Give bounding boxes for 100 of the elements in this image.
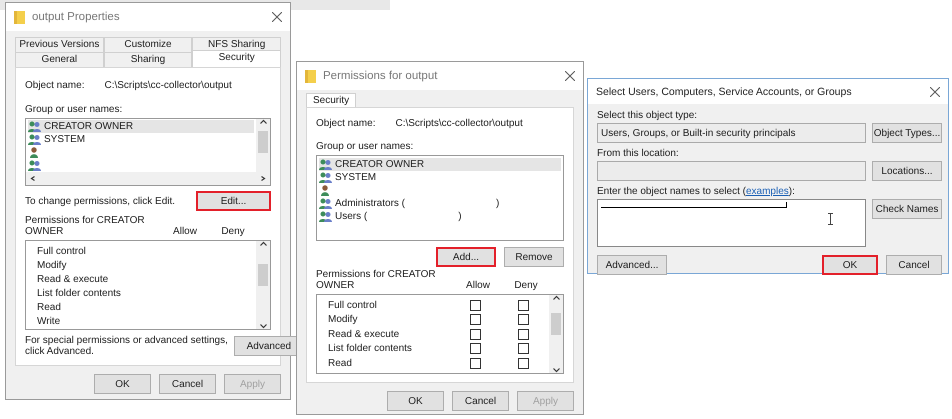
window-title: Select Users, Computers, Service Accounts, or Groups: [596, 86, 853, 98]
principal-item[interactable]: CREATOR OWNER: [319, 158, 561, 171]
locations-button[interactable]: Locations...: [872, 161, 942, 181]
scroll-up-icon[interactable]: [260, 119, 266, 124]
permissions-label: Permissions for CREATOR OWNER: [316, 269, 437, 291]
allow-header: Allow: [465, 280, 491, 291]
user-group-icon: [28, 160, 41, 171]
object-type-label: Select this object type:: [597, 110, 698, 121]
tab[interactable]: Previous Versions: [15, 37, 104, 52]
scrollbar-thumb[interactable]: [551, 313, 561, 335]
deny-header: Deny: [220, 226, 246, 237]
tab[interactable]: General: [15, 52, 104, 67]
principal-name: Administrators (: [335, 198, 406, 209]
scroll-left-icon[interactable]: [30, 176, 37, 181]
advanced-button[interactable]: Advanced...: [597, 255, 667, 275]
allow-checkbox[interactable]: [470, 314, 480, 326]
principal-name: CREATOR OWNER: [335, 159, 424, 170]
allow-checkbox[interactable]: [470, 343, 480, 354]
permission-name: Modify: [328, 314, 358, 326]
principal-name-end: ): [496, 198, 500, 209]
principal-item[interactable]: CREATOR OWNER: [28, 120, 254, 133]
allow-checkbox[interactable]: [470, 358, 480, 369]
user-group-icon: [319, 172, 332, 183]
principal-name: SYSTEM: [335, 172, 376, 183]
principal-name-end: ): [458, 211, 462, 222]
permission-name: Read & execute: [328, 328, 400, 340]
scroll-down-icon[interactable]: [260, 324, 266, 329]
check-names-button[interactable]: Check Names: [872, 199, 942, 219]
permissions-label: Permissions for CREATOR OWNER: [25, 215, 146, 237]
remove-button[interactable]: Remove: [504, 247, 564, 267]
names-label-end: ):: [788, 186, 795, 197]
permission-name: Read: [37, 302, 62, 312]
allow-header: Allow: [172, 226, 198, 237]
tab[interactable]: Sharing: [104, 52, 192, 67]
group-label: Group or user names:: [25, 104, 124, 115]
scroll-up-icon[interactable]: [260, 241, 266, 246]
window-title: Permissions for output: [323, 70, 438, 82]
folder-icon: [14, 10, 25, 24]
object-name: C:\Scripts\cc-collector\output: [104, 80, 232, 91]
scrollbar[interactable]: [256, 241, 270, 329]
add-button[interactable]: Add...: [436, 247, 496, 267]
text-cursor-icon: [828, 213, 833, 225]
group-label: Group or user names:: [316, 141, 414, 152]
advanced-hint: For special permissions or advanced settings, click Advanced.: [25, 335, 228, 357]
dialog-button[interactable]: OK: [94, 374, 151, 394]
permission-name: Write: [37, 316, 62, 326]
tab[interactable]: Customize: [104, 37, 192, 52]
change-hint: To change permissions, click Edit.: [25, 196, 176, 206]
user-group-icon: [319, 198, 332, 209]
deny-checkbox[interactable]: [518, 358, 528, 369]
principal-item[interactable]: Administrators ( ): [319, 197, 561, 210]
examples-link[interactable]: examples: [746, 186, 789, 197]
deny-checkbox[interactable]: [518, 300, 528, 311]
allow-checkbox[interactable]: [470, 328, 480, 340]
close-icon[interactable]: [565, 71, 575, 81]
location-label: From this location:: [597, 148, 680, 159]
permission-name: Modify: [37, 260, 68, 270]
scroll-up-icon[interactable]: [552, 295, 560, 300]
dialog-button[interactable]: OK: [387, 391, 444, 411]
deny-checkbox[interactable]: [518, 314, 528, 326]
scroll-right-icon[interactable]: [259, 176, 266, 181]
object-names-field[interactable]: [597, 199, 866, 247]
deny-checkbox[interactable]: [518, 328, 528, 340]
names-label: Enter the object names to select (: [597, 186, 746, 197]
principal-item[interactable]: Users ( ): [319, 210, 561, 223]
ok-button[interactable]: OK: [822, 255, 878, 275]
folder-icon: [305, 70, 316, 82]
scroll-down-icon[interactable]: [552, 368, 560, 373]
close-icon[interactable]: [272, 12, 282, 22]
permission-name: List folder contents: [328, 343, 413, 354]
tab[interactable]: Security: [306, 93, 356, 107]
permission-name: Full control: [328, 300, 378, 311]
tab[interactable]: Security: [192, 50, 282, 67]
deny-header: Deny: [513, 280, 539, 291]
object-type-field: Users, Groups, or Built-in security principals: [597, 123, 866, 143]
horizontal-scrollbar[interactable]: [26, 172, 270, 185]
permission-name: Read & execute: [37, 274, 110, 284]
allow-checkbox[interactable]: [470, 300, 480, 311]
object-name-label: Object name:: [316, 118, 376, 129]
object-name-label: Object name:: [25, 80, 84, 91]
scrollbar-thumb[interactable]: [258, 264, 268, 286]
user-icon: [319, 185, 332, 196]
principal-item[interactable]: SYSTEM: [28, 133, 254, 146]
cancel-button[interactable]: Cancel: [886, 255, 942, 275]
permission-name: List folder contents: [37, 288, 122, 298]
object-name: C:\Scripts\cc-collector\output: [395, 118, 523, 129]
dialog-button[interactable]: Cancel: [159, 374, 216, 394]
edit-button[interactable]: Edit...: [196, 191, 271, 211]
scrollbar[interactable]: [549, 295, 563, 373]
dialog-button[interactable]: Cancel: [452, 391, 509, 411]
permission-name: Full control: [37, 246, 87, 256]
principal-item[interactable]: SYSTEM: [319, 171, 561, 184]
object-types-button[interactable]: Object Types...: [872, 123, 942, 143]
close-icon[interactable]: [930, 86, 940, 96]
scrollbar-thumb[interactable]: [258, 131, 268, 153]
user-group-icon: [28, 134, 41, 145]
principal-name: SYSTEM: [44, 134, 86, 145]
deny-checkbox[interactable]: [518, 343, 528, 354]
principal-name: CREATOR OWNER: [44, 121, 134, 132]
window-title: output Properties: [32, 11, 121, 23]
